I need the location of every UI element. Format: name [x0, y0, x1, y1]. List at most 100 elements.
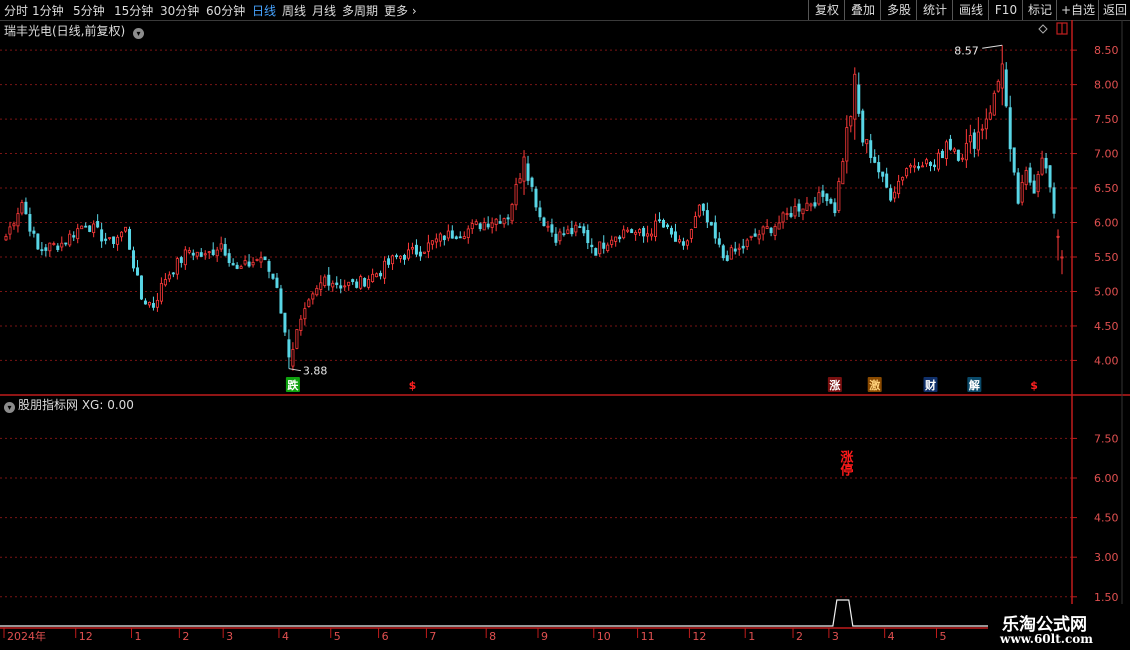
candle-15[interactable] [64, 242, 68, 247]
candle-32[interactable] [132, 246, 136, 272]
candle-19[interactable] [80, 225, 84, 230]
candle-195[interactable] [781, 211, 785, 229]
candle-58[interactable] [235, 262, 239, 270]
candle-4[interactable] [20, 199, 24, 216]
candle-137[interactable] [550, 218, 554, 237]
candle-199[interactable] [797, 199, 801, 217]
candle-238[interactable] [952, 147, 956, 154]
candle-205[interactable] [821, 184, 825, 203]
candle-118[interactable] [474, 219, 478, 226]
candle-232[interactable] [929, 161, 932, 172]
candle-103[interactable] [414, 239, 418, 257]
candle-142[interactable] [570, 220, 574, 237]
candle-171[interactable] [685, 239, 689, 250]
candle-38[interactable] [155, 292, 159, 312]
panel-toggle-icon[interactable] [1056, 22, 1068, 35]
candle-21[interactable] [88, 225, 92, 233]
candle-169[interactable] [677, 235, 681, 244]
candle-257[interactable] [1028, 162, 1032, 186]
candle-109[interactable] [438, 232, 442, 247]
candle-111[interactable] [446, 224, 450, 242]
candle-233[interactable] [932, 159, 936, 171]
candle-193[interactable] [773, 223, 777, 241]
candle-189[interactable] [757, 229, 761, 245]
candle-147[interactable] [590, 238, 594, 254]
candle-129[interactable] [518, 173, 522, 184]
candle-62[interactable] [251, 257, 255, 268]
candle-212[interactable] [849, 115, 853, 133]
candle-24[interactable] [100, 222, 104, 248]
candle-240[interactable] [960, 153, 964, 163]
candle-81[interactable] [327, 267, 331, 291]
event-badge-3[interactable]: 激 [867, 377, 882, 392]
candle-185[interactable] [741, 238, 745, 254]
candle-138[interactable] [554, 227, 558, 246]
candle-130[interactable] [522, 150, 526, 195]
candle-61[interactable] [247, 254, 251, 268]
candle-127[interactable] [510, 202, 514, 225]
candle-126[interactable] [506, 214, 510, 226]
candle-163[interactable] [654, 213, 658, 242]
candle-247[interactable] [988, 105, 992, 121]
candle-261[interactable] [1044, 153, 1048, 174]
candle-75[interactable] [303, 302, 307, 326]
event-badges[interactable]: 跌 $ 涨 激 财 解 $ [285, 377, 1038, 392]
candle-246[interactable] [984, 108, 988, 140]
candle-202[interactable] [809, 202, 813, 212]
candle-98[interactable] [395, 253, 399, 260]
candle-253[interactable] [1012, 147, 1016, 176]
candle-76[interactable] [307, 298, 311, 308]
candle-254[interactable] [1016, 168, 1020, 205]
toolbar-action-8[interactable]: 返回 [1098, 0, 1130, 20]
candle-78[interactable] [315, 285, 319, 297]
candle-55[interactable] [223, 237, 227, 257]
candle-49[interactable] [199, 248, 203, 257]
candle-165[interactable] [662, 218, 666, 228]
candle-95[interactable] [383, 256, 387, 284]
candle-56[interactable] [227, 248, 231, 267]
candle-6[interactable] [28, 207, 32, 237]
candle-170[interactable] [681, 237, 685, 250]
candle-265[interactable] [1060, 250, 1064, 275]
candle-226[interactable] [905, 167, 909, 179]
candle-198[interactable] [793, 198, 797, 219]
candle-159[interactable] [638, 228, 642, 236]
candle-114[interactable] [458, 231, 462, 239]
candle-139[interactable] [558, 228, 562, 245]
kline-chart[interactable]: 8.50 8.00 7.50 7.00 6.50 6.00 5.50 5.00 4.50 4.00… [0, 20, 1130, 650]
candle-249[interactable] [996, 79, 1000, 93]
candle-122[interactable] [490, 217, 494, 234]
candle-124[interactable] [498, 214, 502, 224]
candle-88[interactable] [355, 278, 359, 289]
candle-182[interactable] [729, 244, 733, 260]
candle-204[interactable] [817, 186, 821, 206]
candle-236[interactable] [944, 139, 948, 166]
candle-140[interactable] [562, 226, 566, 237]
candle-7[interactable] [32, 226, 36, 238]
candle-11[interactable] [48, 242, 52, 257]
event-badge-0[interactable]: 跌 [285, 377, 300, 392]
candle-158[interactable] [634, 230, 638, 241]
candle-79[interactable] [319, 275, 323, 296]
candle-172[interactable] [689, 228, 693, 243]
candle-115[interactable] [462, 231, 466, 240]
panel-icons[interactable] [1038, 22, 1068, 35]
candle-146[interactable] [586, 224, 590, 250]
candle-156[interactable] [626, 227, 630, 234]
candle-44[interactable] [179, 255, 183, 268]
candle-37[interactable] [151, 296, 155, 311]
candle-113[interactable] [454, 235, 458, 240]
candle-43[interactable] [175, 256, 179, 280]
candle-244[interactable] [976, 117, 980, 157]
candle-228[interactable] [913, 158, 917, 173]
period-tab-6[interactable]: 日线 [252, 2, 276, 19]
candle-188[interactable] [753, 228, 757, 237]
candle-9[interactable] [40, 242, 44, 256]
toolbar-action-2[interactable]: 多股 [880, 0, 917, 20]
toolbar-action-5[interactable]: F10 [988, 0, 1023, 20]
candle-25[interactable] [104, 232, 108, 245]
candle-180[interactable] [721, 243, 725, 261]
candlesticks[interactable] [4, 45, 1064, 371]
candle-64[interactable] [259, 251, 263, 269]
candle-104[interactable] [418, 246, 422, 261]
